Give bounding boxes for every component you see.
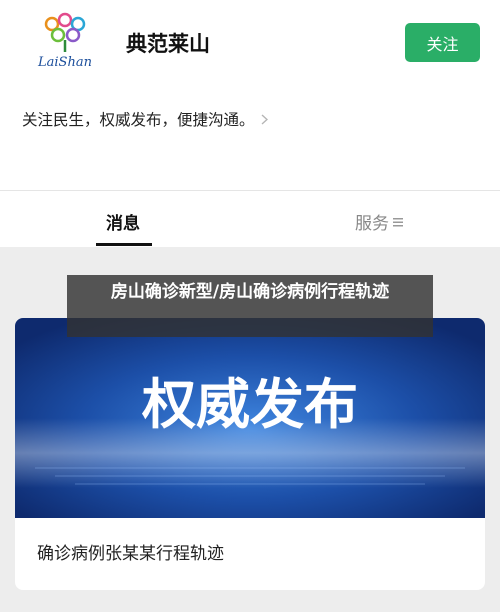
follow-button[interactable]: 关注 bbox=[405, 23, 480, 62]
chevron-right-icon bbox=[261, 113, 268, 125]
account-bio[interactable]: 关注民生，权威发布，便捷沟通。 bbox=[22, 108, 268, 130]
menu-lines-icon bbox=[393, 217, 403, 226]
account-name: 典范莱山 bbox=[126, 32, 210, 56]
title-overlay: 房山确诊新型/房山确诊病例行程轨迹 bbox=[67, 275, 433, 337]
tab-messages[interactable]: 消息 bbox=[106, 209, 140, 234]
tab-services[interactable]: 服务 bbox=[355, 209, 403, 234]
logo-flower-icon bbox=[44, 12, 86, 52]
active-tab-indicator bbox=[96, 243, 152, 246]
bio-text: 关注民生，权威发布，便捷沟通。 bbox=[22, 111, 255, 129]
logo-wordmark: LaiShan bbox=[37, 55, 92, 70]
article-card[interactable]: 权威发布 确诊病例张某某行程轨迹 bbox=[15, 318, 485, 590]
article-title: 确诊病例张某某行程轨迹 bbox=[37, 544, 224, 564]
tab-bar: 消息 服务 bbox=[0, 191, 500, 247]
banner-headline: 权威发布 bbox=[141, 373, 358, 436]
account-header: LaiShan 典范莱山 关注 关注民生，权威发布，便捷沟通。 bbox=[0, 0, 500, 190]
article-banner: 权威发布 bbox=[15, 318, 485, 518]
tab-services-label: 服务 bbox=[355, 214, 389, 234]
account-logo[interactable]: LaiShan bbox=[28, 12, 102, 74]
